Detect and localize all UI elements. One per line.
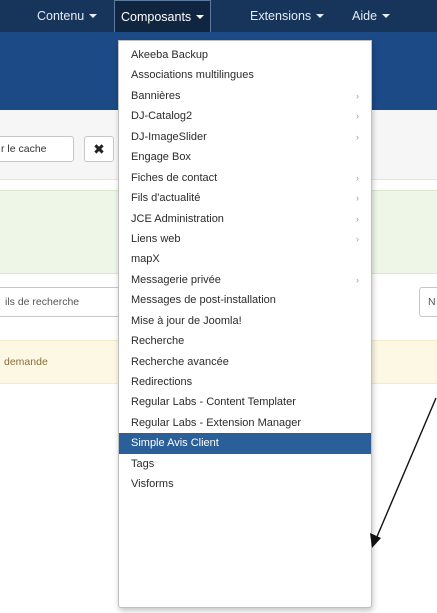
menu-item-associations-multilingues[interactable]: Associations multilingues [119,65,371,85]
chevron-right-icon: › [356,213,359,224]
clear-cache-button[interactable]: r le cache [0,136,74,162]
chevron-right-icon: › [356,193,359,204]
notice-text: demande [4,356,48,368]
menu-item-label: Tags [131,457,155,470]
chevron-right-icon: › [356,111,359,122]
menu-item-fils-d-actualit[interactable]: Fils d'actualité › [119,188,371,208]
menu-item-regular-labs-extension-manager[interactable]: Regular Labs - Extension Manager [119,413,371,433]
chevron-right-icon: › [356,274,359,285]
chevron-right-icon: › [356,233,359,244]
menu-item-label: Akeeba Backup [131,49,209,61]
menu-item-liens-web[interactable]: Liens web › [119,229,371,249]
menu-item-simple-avis-client[interactable]: Simple Avis Client [119,433,371,454]
components-dropdown-menu: Akeeba Backup Associations multilingues Ba… [118,40,372,608]
menu-item-mapx[interactable]: mapX [119,249,371,269]
menu-item-label: DJ-Catalog2 [131,110,193,123]
nav-label: Composants [121,10,192,24]
nav-menu-extensions[interactable]: Extensions [250,0,325,32]
menu-item-label: Fils d'actualité [131,192,201,205]
caret-down-icon [382,13,391,18]
nav-menu-aide[interactable]: Aide [352,0,391,32]
menu-item-label: Recherche [131,335,185,348]
menu-item-visforms[interactable]: Visforms [119,474,371,494]
menu-item-label: Regular Labs - Content Templater [131,396,296,409]
menu-item-label: JCE Administration [131,212,224,225]
menu-item-tags[interactable]: Tags [119,454,371,474]
nav-label: Aide [352,9,378,23]
search-input[interactable]: ils de recherche [0,287,120,317]
menu-item-label: Messagerie privée [131,273,221,286]
menu-item-label: Bannières [131,89,181,102]
menu-item-label: Regular Labs - Extension Manager [131,416,301,429]
menu-item-banni-res[interactable]: Bannières › [119,86,371,106]
nav-menu-composants[interactable]: Composants [114,0,212,34]
menu-item-jce-administration[interactable]: JCE Administration › [119,209,371,229]
menu-item-label: mapX [131,253,160,266]
close-button[interactable]: ✖ [84,136,114,162]
menu-item-label: Mise à jour de Joomla! [131,314,242,327]
menu-item-label: Redirections [131,376,193,388]
menu-item-regular-labs-content-templater[interactable]: Regular Labs - Content Templater [119,392,371,412]
nav-label: Extensions [250,9,312,23]
menu-item-recherche[interactable]: Recherche [119,331,371,351]
menu-item-redirections[interactable]: Redirections [119,372,371,392]
menu-item-label: Fiches de contact [131,171,218,184]
menu-item-messages-de-post-installation[interactable]: Messages de post-installation [119,290,371,310]
nav-label: Contenu [37,9,85,23]
menu-item-label: Liens web [131,232,181,245]
menu-item-mise-jour-de-joomla[interactable]: Mise à jour de Joomla! [119,311,371,331]
chevron-right-icon: › [356,131,359,142]
filter-button[interactable]: N [419,287,437,317]
chevron-right-icon: › [356,90,359,101]
menu-item-label: Associations multilingues [131,69,254,82]
menu-item-akeeba-backup[interactable]: Akeeba Backup [119,45,371,65]
caret-down-icon [196,14,205,19]
menu-item-label: Recherche avancée [131,355,229,368]
menu-item-label: Messages de post-installation [131,294,276,307]
menu-item-label: Engage Box [131,151,191,164]
menu-item-fiches-de-contact[interactable]: Fiches de contact › [119,168,371,188]
chevron-right-icon: › [356,172,359,183]
menu-item-messagerie-priv-e[interactable]: Messagerie privée › [119,270,371,290]
menu-item-dj-catalog2[interactable]: DJ-Catalog2 › [119,106,371,126]
caret-down-icon [316,13,325,18]
menu-item-dj-imageslider[interactable]: DJ-ImageSlider › [119,127,371,147]
menu-item-label: DJ-ImageSlider [131,130,207,143]
menu-item-recherche-avanc-e[interactable]: Recherche avancée [119,352,371,372]
menu-item-label: Visforms [131,478,174,491]
top-navbar: Contenu Composants Extensions Aide [0,0,437,34]
caret-down-icon [89,13,98,18]
menu-item-engage-box[interactable]: Engage Box [119,147,371,167]
nav-menu-contenu[interactable]: Contenu [37,0,98,32]
menu-item-label: Simple Avis Client [131,437,219,450]
